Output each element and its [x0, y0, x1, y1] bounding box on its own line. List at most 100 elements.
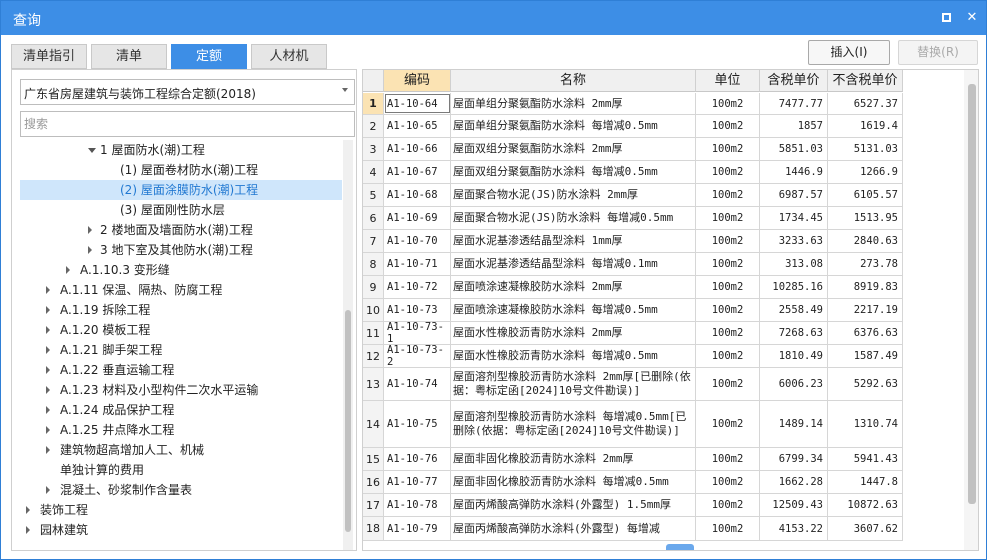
- tree-item[interactable]: 2 楼地面及墙面防水(潮)工程: [20, 220, 342, 240]
- column-header-unit[interactable]: 单位: [696, 70, 760, 92]
- table-row[interactable]: 7 A1-10-70 屋面水泥基渗透结晶型涂料 1mm厚 100m2 3233.63 28…: [363, 230, 903, 253]
- tree-item[interactable]: A.1.23 材料及小型构件二次水平运输: [20, 380, 342, 400]
- row-number: 11: [363, 322, 384, 344]
- search-input[interactable]: [20, 111, 355, 137]
- expand-icon[interactable]: [46, 346, 50, 354]
- name-cell-text: 屋面聚合物水泥(JS)防水涂料 2mm厚: [453, 188, 638, 201]
- close-icon[interactable]: ✕: [963, 9, 981, 27]
- title-bar: 查询 ✕: [1, 1, 986, 35]
- table-row[interactable]: 14 A1-10-75 屋面溶剂型橡胶沥青防水涂料 每增减0.5mm[已删除(依据：…: [363, 401, 903, 448]
- table-row[interactable]: 17 A1-10-78 屋面丙烯酸高弹防水涂料(外露型) 1.5mm厚 100m2 12…: [363, 494, 903, 517]
- name-cell: 屋面聚合物水泥(JS)防水涂料 2mm厚: [451, 184, 696, 206]
- price-tax-cell: 3233.63: [760, 230, 828, 252]
- price-tax-cell-text: 1810.49: [778, 350, 823, 362]
- tab-bill[interactable]: 清单: [91, 44, 167, 69]
- tree-item[interactable]: 单独计算的费用: [20, 460, 342, 480]
- expand-icon[interactable]: [46, 426, 50, 434]
- name-cell: 屋面双组分聚氨酯防水涂料 每增减0.5mm: [451, 161, 696, 183]
- tree-scroll-thumb[interactable]: [345, 310, 351, 532]
- tab-labor-material-machine[interactable]: 人材机: [251, 44, 327, 69]
- table-row[interactable]: 5 A1-10-68 屋面聚合物水泥(JS)防水涂料 2mm厚 100m2 6987.5…: [363, 184, 903, 207]
- table-row[interactable]: 12 A1-10-73-2 屋面水性橡胶沥青防水涂料 每增减0.5mm 100m2 18…: [363, 345, 903, 368]
- splitter-handle[interactable]: [666, 544, 694, 550]
- price-notax-cell: 10872.63: [828, 494, 903, 516]
- tree-item[interactable]: 1 屋面防水(潮)工程: [20, 140, 342, 160]
- tree-item[interactable]: 建筑物超高增加人工、机械: [20, 440, 342, 460]
- tree-item[interactable]: A.1.11 保温、隔热、防腐工程: [20, 280, 342, 300]
- tree-item[interactable]: A.1.22 垂直运输工程: [20, 360, 342, 380]
- tree-item[interactable]: 装饰工程: [20, 500, 342, 520]
- expand-icon[interactable]: [46, 286, 50, 294]
- tree-item[interactable]: 3 地下室及其他防水(潮)工程: [20, 240, 342, 260]
- expand-icon[interactable]: [46, 446, 50, 454]
- expand-icon[interactable]: [88, 246, 92, 254]
- column-header-price-tax[interactable]: 含税单价: [760, 70, 828, 92]
- tree-item[interactable]: (1) 屋面卷材防水(潮)工程: [20, 160, 342, 180]
- name-cell-text: 屋面喷涂速凝橡胶防水涂料 每增减0.5mm: [453, 303, 658, 316]
- code-cell: A1-10-73-2: [384, 345, 451, 367]
- price-notax-cell-text: 1310.74: [853, 418, 898, 430]
- price-notax-cell: 2840.63: [828, 230, 903, 252]
- tree-scrollbar[interactable]: [343, 140, 353, 550]
- expand-icon[interactable]: [46, 486, 50, 494]
- table-row[interactable]: 10 A1-10-73 屋面喷涂速凝橡胶防水涂料 每增减0.5mm 100m2 2558…: [363, 299, 903, 322]
- expand-icon[interactable]: [46, 366, 50, 374]
- table-row[interactable]: 16 A1-10-77 屋面非固化橡胶沥青防水涂料 每增减0.5mm 100m2 166…: [363, 471, 903, 494]
- unit-cell: 100m2: [696, 448, 760, 470]
- quota-book-select[interactable]: 广东省房屋建筑与装饰工程综合定额(2018): [20, 79, 355, 105]
- tree-item-label: A.1.11 保温、隔热、防腐工程: [60, 283, 223, 297]
- expand-icon[interactable]: [46, 406, 50, 414]
- insert-button[interactable]: 插入(I): [808, 40, 890, 65]
- table-scroll-thumb[interactable]: [968, 84, 976, 504]
- price-notax-cell-text: 6105.57: [853, 189, 898, 201]
- replace-button[interactable]: 替换(R): [898, 40, 978, 65]
- column-header-code[interactable]: 编码: [384, 70, 451, 92]
- chevron-down-icon: [342, 88, 348, 92]
- column-header-price-notax[interactable]: 不含税单价: [828, 70, 903, 92]
- tree-item[interactable]: (3) 屋面刚性防水层: [20, 200, 342, 220]
- tree-item-label: A.1.24 成品保护工程: [60, 403, 175, 417]
- column-header-name[interactable]: 名称: [451, 70, 696, 92]
- expand-icon[interactable]: [46, 386, 50, 394]
- tree-item[interactable]: A.1.10.3 变形缝: [20, 260, 342, 280]
- tree-item[interactable]: A.1.25 井点降水工程: [20, 420, 342, 440]
- table-row[interactable]: 2 A1-10-65 屋面单组分聚氨酯防水涂料 每增减0.5mm 100m2 1857 1…: [363, 115, 903, 138]
- row-number-text: 10: [366, 303, 380, 317]
- table-row[interactable]: 18 A1-10-79 屋面丙烯酸高弹防水涂料(外露型) 每增减 100m2 4153.…: [363, 517, 903, 541]
- collapse-icon[interactable]: [88, 148, 96, 153]
- expand-icon[interactable]: [66, 266, 70, 274]
- tab-bill-guide[interactable]: 清单指引: [11, 44, 87, 69]
- tree-item[interactable]: A.1.21 脚手架工程: [20, 340, 342, 360]
- tree-item[interactable]: 混凝土、砂浆制作含量表: [20, 480, 342, 500]
- name-cell: 屋面水泥基渗透结晶型涂料 每增减0.1mm: [451, 253, 696, 275]
- tab-quota[interactable]: 定额: [171, 44, 247, 69]
- row-number: 10: [363, 299, 384, 321]
- expand-icon[interactable]: [46, 326, 50, 334]
- expand-icon[interactable]: [46, 306, 50, 314]
- table-row[interactable]: 13 A1-10-74 屋面溶剂型橡胶沥青防水涂料 2mm厚[已删除(依据：粤标定函…: [363, 368, 903, 401]
- tree-item[interactable]: A.1.20 模板工程: [20, 320, 342, 340]
- table-row[interactable]: 1 A1-10-64 屋面单组分聚氨酯防水涂料 2mm厚 100m2 7477.77 65…: [363, 93, 903, 115]
- table-row[interactable]: 3 A1-10-66 屋面双组分聚氨酯防水涂料 2mm厚 100m2 5851.03 51…: [363, 138, 903, 161]
- expand-icon[interactable]: [88, 226, 92, 234]
- expand-icon[interactable]: [26, 526, 30, 534]
- expand-icon[interactable]: [26, 506, 30, 514]
- table-row[interactable]: 9 A1-10-72 屋面喷涂速凝橡胶防水涂料 2mm厚 100m2 10285.16 8…: [363, 276, 903, 299]
- table-row[interactable]: 15 A1-10-76 屋面非固化橡胶沥青防水涂料 2mm厚 100m2 6799.34…: [363, 448, 903, 471]
- code-cell-text: A1-10-65: [387, 120, 438, 132]
- name-cell: 屋面单组分聚氨酯防水涂料 每增减0.5mm: [451, 115, 696, 137]
- table-row[interactable]: 8 A1-10-71 屋面水泥基渗透结晶型涂料 每增减0.1mm 100m2 313.0…: [363, 253, 903, 276]
- row-number-text: 14: [366, 417, 380, 431]
- maximize-icon[interactable]: [937, 9, 955, 27]
- tree-item[interactable]: 园林建筑: [20, 520, 342, 540]
- code-cell-text: A1-10-68: [387, 189, 438, 201]
- name-cell-text: 屋面非固化橡胶沥青防水涂料 每增减0.5mm: [453, 475, 669, 488]
- table-row[interactable]: 6 A1-10-69 屋面聚合物水泥(JS)防水涂料 每增减0.5mm 100m2 17…: [363, 207, 903, 230]
- table-row[interactable]: 11 A1-10-73-1 屋面水性橡胶沥青防水涂料 2mm厚 100m2 7268.6…: [363, 322, 903, 345]
- tree-item[interactable]: (2) 屋面涂膜防水(潮)工程: [20, 180, 342, 200]
- tree-item[interactable]: A.1.19 拆除工程: [20, 300, 342, 320]
- code-cell: A1-10-70: [384, 230, 451, 252]
- table-row[interactable]: 4 A1-10-67 屋面双组分聚氨酯防水涂料 每增减0.5mm 100m2 1446.…: [363, 161, 903, 184]
- tree-item[interactable]: A.1.24 成品保护工程: [20, 400, 342, 420]
- table-scrollbar[interactable]: [964, 70, 978, 550]
